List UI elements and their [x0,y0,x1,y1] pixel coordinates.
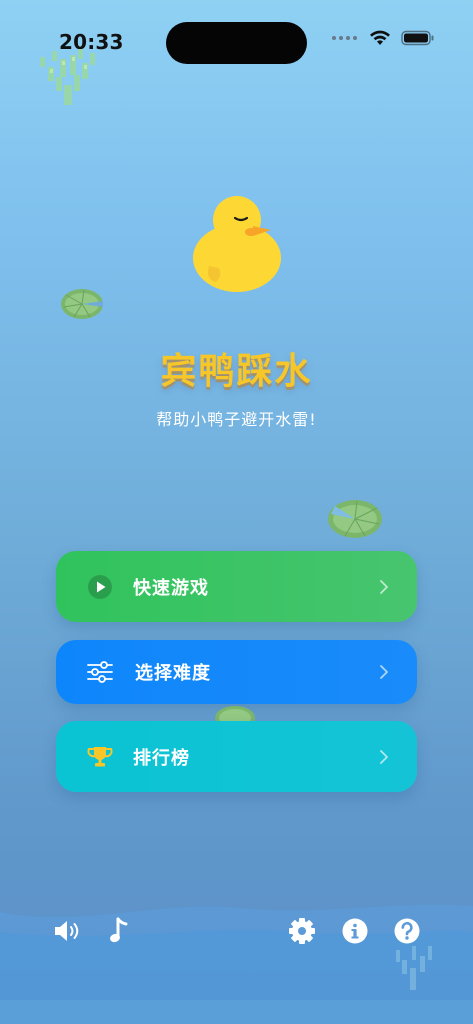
settings-button[interactable] [287,916,317,946]
battery-icon [401,30,434,46]
app-title: 宾鸭踩水 [160,351,313,392]
cellular-signal-icon [332,36,357,40]
play-icon [86,573,114,601]
bottom-strip [0,1000,473,1024]
duck-mascot-icon [193,196,281,292]
select-difficulty-label: 选择难度 [135,663,211,684]
info-icon [342,918,368,944]
info-button[interactable] [340,916,370,946]
select-difficulty-button[interactable]: 选择难度 [56,640,417,704]
help-icon [394,918,420,944]
app-subtitle: 帮助小鸭子避开水雷! [156,410,317,429]
coral-decoration-icon [40,49,95,105]
coral-decoration-icon [396,946,432,990]
quick-game-button[interactable]: 快速游戏 [56,551,417,622]
music-toggle-button[interactable] [104,916,134,946]
sound-toggle-button[interactable] [53,916,83,946]
leaderboard-button[interactable]: 排行榜 [56,721,417,792]
status-icons [332,30,435,46]
chevron-right-icon [380,749,388,764]
leaderboard-label: 排行榜 [133,747,190,769]
lily-pad-icon [328,500,382,538]
sliders-icon [86,658,114,686]
dynamic-island [166,22,307,64]
gear-icon [289,918,315,944]
lily-pad-icon [61,289,103,319]
music-note-icon [110,917,128,943]
help-button[interactable] [392,916,422,946]
speaker-icon [55,921,79,941]
chevron-right-icon [380,579,388,594]
wifi-icon [370,30,390,45]
chevron-right-icon [380,665,388,679]
quick-game-label: 快速游戏 [133,577,209,599]
trophy-icon [86,743,114,771]
